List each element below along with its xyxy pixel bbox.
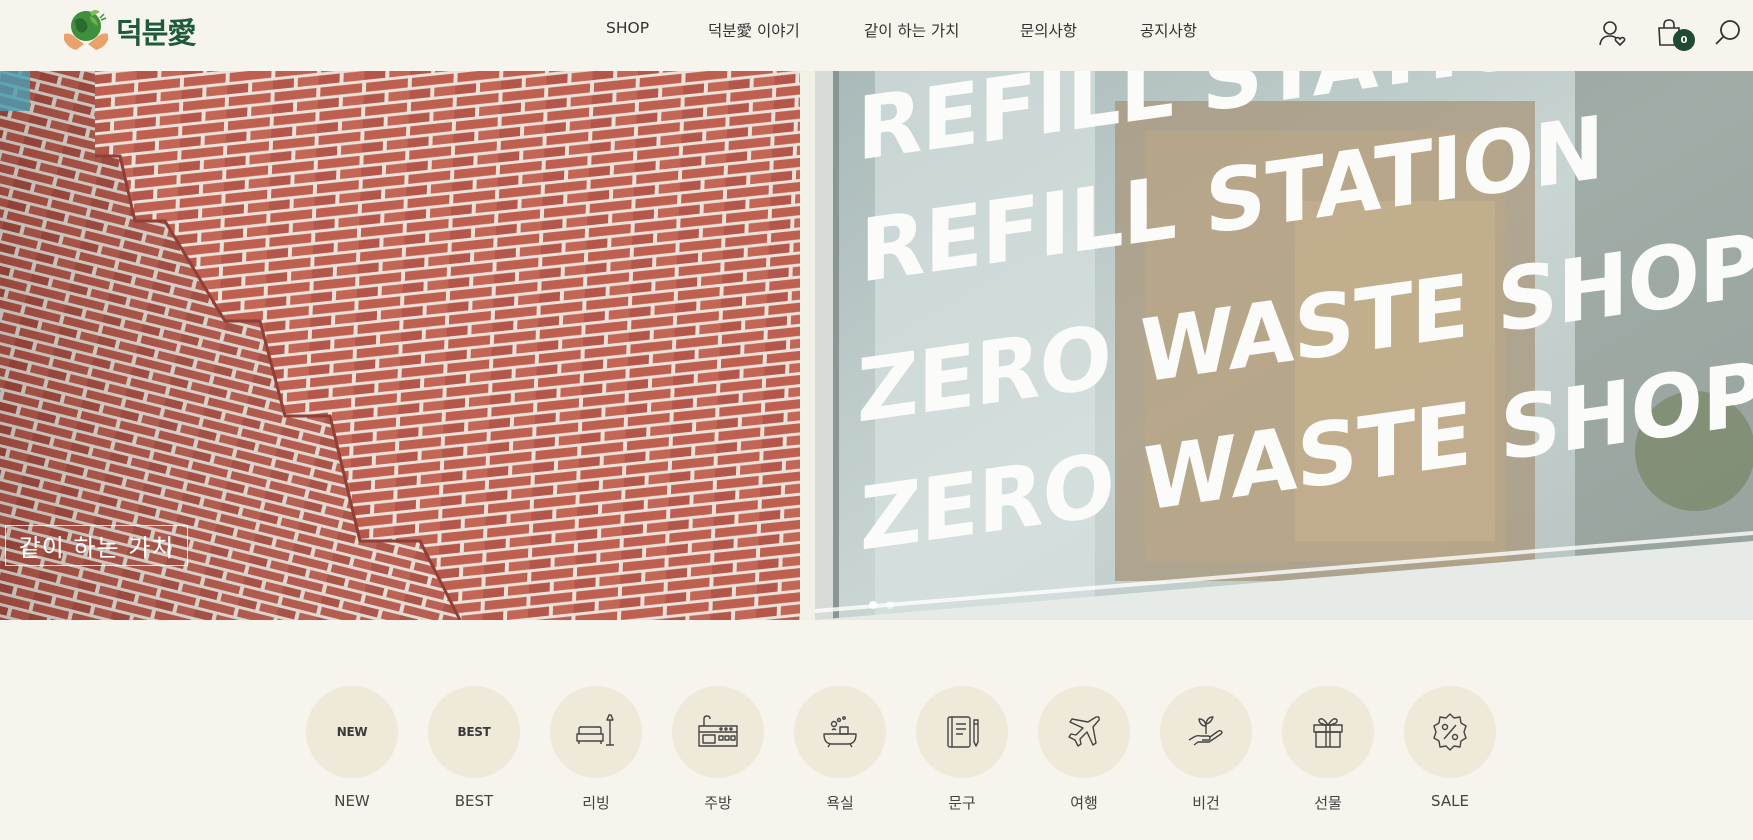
banner-divider <box>800 71 815 620</box>
airplane-icon <box>1068 716 1100 747</box>
stove-icon <box>698 715 738 747</box>
category-circle: BEST <box>428 686 520 778</box>
category-travel[interactable]: 여행 <box>1038 686 1130 816</box>
category-circle-text: NEW <box>336 725 368 739</box>
category-gift[interactable]: 선물 <box>1282 686 1374 816</box>
category-label: BEST <box>454 792 494 810</box>
category-circle <box>1038 686 1130 778</box>
category-label: SALE <box>1431 792 1469 810</box>
nav-item-story[interactable]: 덕분愛 이야기 <box>708 19 800 41</box>
cart-count-badge: 0 <box>1673 29 1695 51</box>
category-circle <box>550 686 642 778</box>
notebook-pen-icon <box>947 716 979 748</box>
nav-item-inquiry[interactable]: 문의사항 <box>1020 19 1077 41</box>
category-label: 주방 <box>704 794 732 812</box>
banner-brick-image[interactable]: 같이 하는 가치 <box>0 71 800 620</box>
category-label: 여행 <box>1070 794 1098 812</box>
category-stationery[interactable]: 문구 <box>916 686 1008 816</box>
carousel-dot-2[interactable] <box>886 601 894 609</box>
category-circle <box>1404 686 1496 778</box>
category-circle: NEW <box>306 686 398 778</box>
banner-caption[interactable]: 같이 하는 가치 <box>5 525 188 566</box>
site-header: 덕분愛 SHOP 덕분愛 이야기 같이 하는 가치 문의사항 공지사항 0 <box>0 0 1753 71</box>
category-circle <box>916 686 1008 778</box>
category-label: 비건 <box>1192 794 1220 812</box>
category-label: 욕실 <box>826 794 854 812</box>
category-menu: NEW NEW BEST BEST 리빙 주방 욕실 문구 여행 비건 선물 S… <box>306 686 1506 816</box>
nav-item-shop[interactable]: SHOP <box>606 19 649 37</box>
user-heart-icon[interactable] <box>1598 18 1628 48</box>
gift-icon <box>1313 718 1343 748</box>
category-circle <box>1160 686 1252 778</box>
category-best[interactable]: BEST BEST <box>428 686 520 816</box>
bathtub-icon <box>823 716 857 748</box>
main-nav: SHOP 덕분愛 이야기 같이 하는 가치 문의사항 공지사항 <box>0 19 1753 49</box>
category-kitchen[interactable]: 주방 <box>672 686 764 816</box>
category-new[interactable]: NEW NEW <box>306 686 398 816</box>
category-vegan[interactable]: 비건 <box>1160 686 1252 816</box>
sprout-hand-icon <box>1188 716 1223 746</box>
category-label: 문구 <box>948 794 976 812</box>
search-icon[interactable] <box>1713 18 1743 48</box>
category-circle <box>1282 686 1374 778</box>
category-label: 선물 <box>1314 794 1342 812</box>
discount-badge-icon <box>1433 713 1467 751</box>
carousel-dot-1[interactable] <box>869 601 877 609</box>
category-circle-text: BEST <box>457 725 491 739</box>
category-bath[interactable]: 욕실 <box>794 686 886 816</box>
category-label: 리빙 <box>582 794 610 812</box>
category-sale[interactable]: SALE <box>1404 686 1496 816</box>
sofa-lamp-icon <box>576 714 614 746</box>
banner-zero-waste-image[interactable]: REFILL STATION REFILL STATION ZERO WASTE… <box>815 71 1753 620</box>
category-circle <box>794 686 886 778</box>
category-circle <box>672 686 764 778</box>
nav-item-value[interactable]: 같이 하는 가치 <box>864 19 959 41</box>
carousel-dots <box>869 601 894 609</box>
category-label: NEW <box>334 792 370 810</box>
nav-item-notice[interactable]: 공지사항 <box>1140 19 1197 41</box>
category-living[interactable]: 리빙 <box>550 686 642 816</box>
